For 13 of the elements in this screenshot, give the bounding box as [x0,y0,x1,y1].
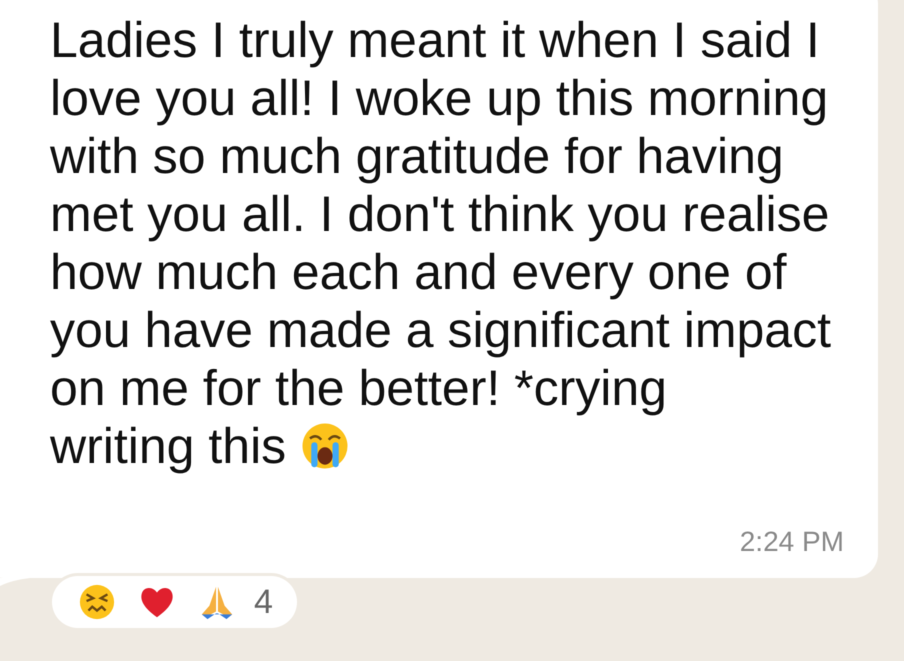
crying-face-icon [300,421,350,471]
reaction-count: 4 [254,582,273,622]
message-text-line: met you all. I don't think you realise [50,185,830,243]
message-text-line: writing this [50,417,286,475]
message-time: 2:24 PM [740,526,844,558]
message-text-line: love you all! I woke up this morning [50,69,828,127]
message-text-line: how much each and every one of [50,243,787,301]
confounded-face-icon [78,583,116,621]
message-text-line: Ladies I truly meant it when I said I [50,11,820,69]
message-text-line: you have made a significant impact [50,301,831,359]
message-text-line: on me for the better! *crying [50,359,667,417]
reactions-pill[interactable]: 4 [52,576,297,628]
message-text-line: with so much gratitude for having [50,127,784,185]
